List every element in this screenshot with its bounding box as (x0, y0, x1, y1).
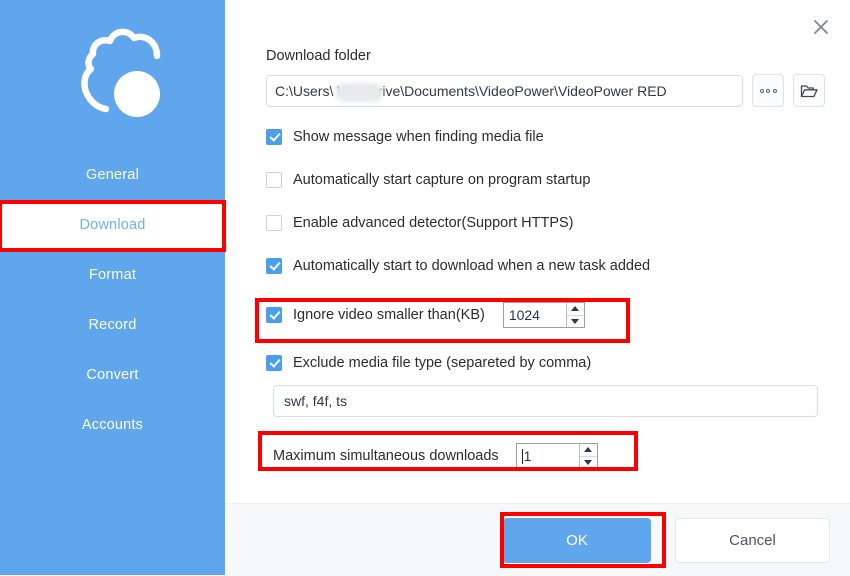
download-settings-content: Download folder C:\Users\ \OneDrive\Docu… (266, 48, 834, 469)
sidebar-item-convert[interactable]: Convert (0, 350, 225, 400)
max-downloads-label: Maximum simultaneous downloads (273, 448, 499, 464)
option-show-message-row[interactable]: Show message when finding media file (266, 129, 834, 145)
max-downloads-value: 1 (523, 448, 532, 464)
sidebar-item-download[interactable]: Download (0, 200, 225, 250)
settings-main-panel: Download folder C:\Users\ \OneDrive\Docu… (225, 0, 850, 576)
option-label: Show message when finding media file (293, 129, 544, 145)
option-label: Automatically start to download when a n… (293, 258, 651, 274)
sidebar-item-label: Convert (86, 367, 139, 383)
sidebar-nav: General Download Format Record Convert A… (0, 150, 225, 450)
download-folder-input[interactable]: C:\Users\ \OneDrive\Documents\VideoPower… (266, 74, 743, 107)
option-auto-capture-row[interactable]: Automatically start capture on program s… (266, 172, 834, 188)
ok-button-label: OK (566, 532, 588, 549)
cancel-button-label: Cancel (729, 532, 776, 549)
stepper-buttons (578, 444, 597, 469)
stepper-up-button[interactable] (566, 303, 584, 316)
ignore-video-label: Ignore video smaller than(KB) (293, 307, 485, 323)
sidebar-item-accounts[interactable]: Accounts (0, 400, 225, 450)
videopower-cloud-logo-icon (80, 28, 160, 117)
sidebar-item-label: Format (88, 267, 137, 283)
sidebar-item-label: Record (88, 317, 137, 333)
arrow-up-icon (584, 447, 593, 453)
option-label: Enable advanced detector(Support HTTPS) (293, 215, 574, 231)
settings-dialog: General Download Format Record Convert A… (0, 0, 850, 576)
browse-more-button[interactable] (752, 74, 784, 107)
sidebar-item-format[interactable]: Format (0, 250, 225, 300)
option-auto-download-row[interactable]: Automatically start to download when a n… (266, 258, 834, 274)
arrow-down-icon (571, 318, 580, 324)
option-advanced-detector-row[interactable]: Enable advanced detector(Support HTTPS) (266, 215, 834, 231)
stepper-up-button[interactable] (579, 444, 597, 457)
sidebar-item-general[interactable]: General (0, 150, 225, 200)
sidebar: General Download Format Record Convert A… (0, 0, 225, 575)
checkbox-show-message[interactable] (266, 129, 282, 145)
sidebar-item-label: Accounts (81, 417, 144, 433)
ellipsis-icon (759, 88, 777, 93)
max-downloads-row: Maximum simultaneous downloads 1 (273, 443, 834, 469)
ignore-video-row[interactable]: Ignore video smaller than(KB) 1024 (266, 302, 834, 328)
open-folder-icon (800, 84, 818, 97)
stepper-down-button[interactable] (580, 457, 597, 469)
download-folder-label: Download folder (266, 48, 371, 64)
arrow-down-icon (584, 459, 593, 465)
close-icon (814, 20, 828, 34)
checkbox-advanced-detector[interactable] (266, 215, 282, 231)
ignore-video-size-stepper[interactable]: 1024 (502, 302, 585, 328)
download-folder-path-text: C:\Users\ \OneDrive\Documents\VideoPower… (275, 82, 667, 99)
sidebar-item-label: General (86, 167, 139, 183)
exclude-media-value: swf, f4f, ts (284, 393, 348, 409)
open-folder-button[interactable] (793, 74, 825, 107)
text-cursor (521, 448, 523, 464)
checkbox-exclude-media[interactable] (266, 355, 282, 371)
ignore-video-size-value: 1024 (508, 307, 540, 323)
checkbox-auto-download[interactable] (266, 258, 282, 274)
stepper-down-button[interactable] (567, 316, 584, 328)
checkbox-auto-capture[interactable] (266, 172, 282, 188)
stepper-buttons (565, 303, 584, 328)
cancel-button[interactable]: Cancel (675, 518, 830, 563)
exclude-media-row[interactable]: Exclude media file type (separeted by co… (266, 355, 834, 371)
arrow-up-icon (571, 306, 580, 312)
redacted-username-blur (335, 82, 383, 102)
option-label: Automatically start capture on program s… (293, 172, 591, 188)
sidebar-item-record[interactable]: Record (0, 300, 225, 350)
download-folder-row: C:\Users\ \OneDrive\Documents\VideoPower… (266, 74, 834, 107)
sidebar-item-label: Download (79, 217, 146, 233)
exclude-media-label: Exclude media file type (separeted by co… (293, 355, 592, 371)
exclude-media-input[interactable]: swf, f4f, ts (273, 385, 818, 417)
max-downloads-stepper[interactable]: 1 (515, 443, 598, 469)
dialog-footer: OK Cancel (225, 503, 850, 576)
max-downloads-value-wrap: 1 (517, 444, 579, 468)
checkbox-ignore-video[interactable] (266, 307, 282, 323)
app-logo (0, 0, 225, 150)
ok-button[interactable]: OK (503, 518, 651, 563)
close-button[interactable] (804, 10, 838, 44)
